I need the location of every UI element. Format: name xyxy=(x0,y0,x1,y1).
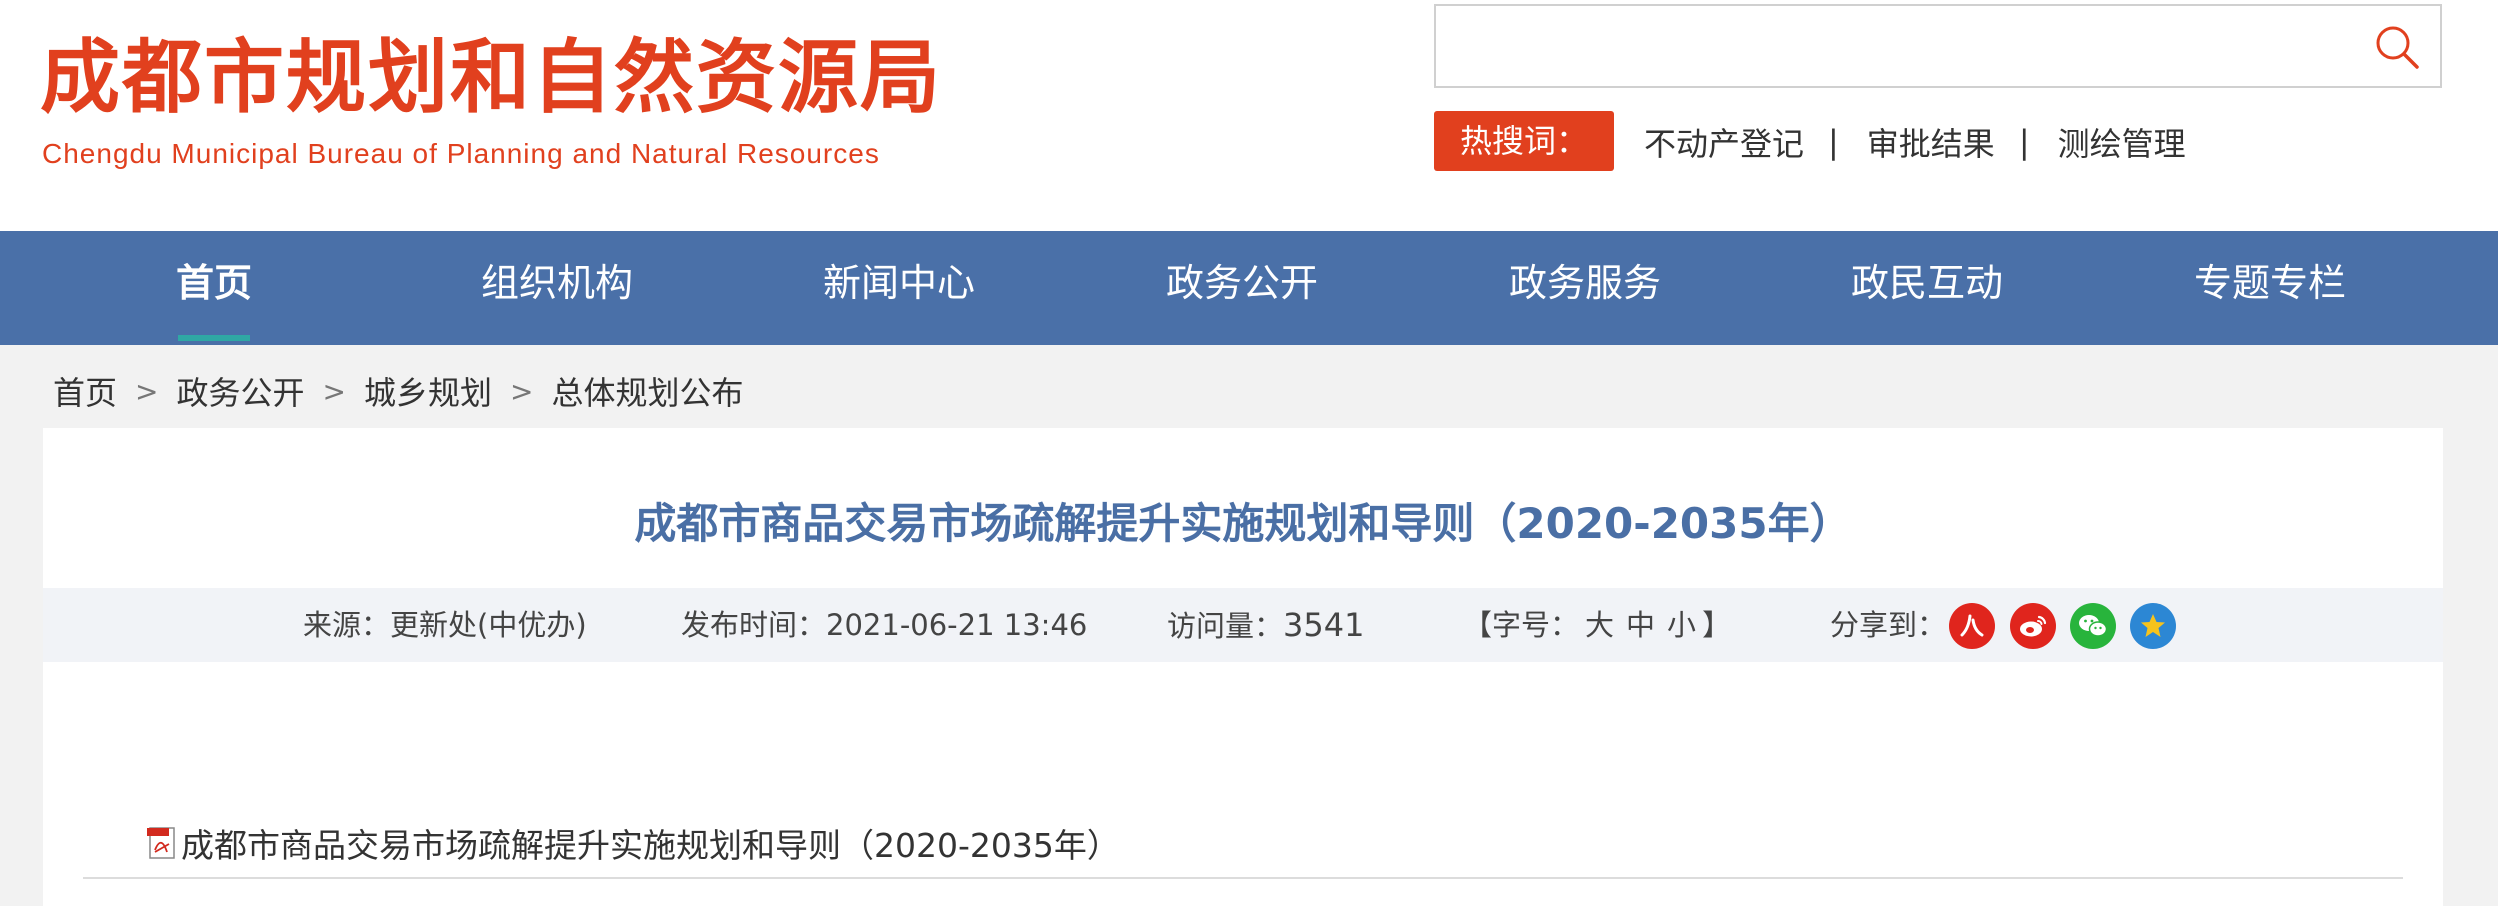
attachment-item: 成都市商品交易市场疏解提升实施规划和导则（2020-2035年） xyxy=(147,818,1120,868)
hot-separator: | xyxy=(2018,123,2030,161)
wechat-share-icon[interactable] xyxy=(2070,603,2116,649)
hot-link-approval-results[interactable]: 审批结果 xyxy=(1867,119,1995,165)
nav-item-organization[interactable]: 组织机构 xyxy=(481,231,633,345)
nav-active-indicator xyxy=(178,335,250,341)
search-input[interactable] xyxy=(1446,16,2350,78)
breadcrumb-separator: > xyxy=(135,374,159,408)
header: 成都市规划和自然资源局 Chengdu Municipal Bureau of … xyxy=(0,0,2498,231)
nav-item-home[interactable]: 首页 xyxy=(160,231,268,345)
site-logo-subtitle: Chengdu Municipal Bureau of Planning and… xyxy=(42,138,880,169)
breadcrumb-home[interactable]: 首页 xyxy=(53,368,117,414)
renren-share-icon[interactable] xyxy=(1949,603,1995,649)
weibo-share-icon[interactable] xyxy=(2010,603,2056,649)
search-box xyxy=(1434,4,2442,88)
views-label: 访问量： xyxy=(1167,609,1284,643)
main-nav: 首页 组织机构 新闻中心 政务公开 政务服务 政民互动 专题专栏 xyxy=(0,231,2498,345)
date-value: 2021-06-21 13:46 xyxy=(826,608,1088,642)
attachment-link[interactable]: 成都市商品交易市场疏解提升实施规划和导则（2020-2035年） xyxy=(181,819,1120,867)
breadcrumb-separator: > xyxy=(322,374,346,408)
pdf-icon xyxy=(147,827,175,859)
font-size-small[interactable]: 小 xyxy=(1667,608,1696,642)
views-value: 3541 xyxy=(1283,606,1365,644)
share-label: 分享到： xyxy=(1830,608,1947,642)
font-size-switcher: 【字号：大中小】 xyxy=(1463,588,1731,662)
font-size-large[interactable]: 大 xyxy=(1585,608,1614,642)
breadcrumb-master-plan[interactable]: 总体规划公布 xyxy=(551,368,743,414)
breadcrumb-urban-rural-planning[interactable]: 城乡规划 xyxy=(364,368,492,414)
nav-item-special-topics[interactable]: 专题专栏 xyxy=(2194,231,2346,345)
font-size-open: 【字号： xyxy=(1463,608,1580,642)
article-meta-bar: 来源：更新处(中优办) 发布时间：2021-06-21 13:46 访问量：35… xyxy=(43,588,2443,662)
font-size-medium[interactable]: 中 xyxy=(1626,608,1655,642)
hot-search-links: 不动产登记 | 审批结果 | 测绘管理 xyxy=(1644,112,2186,172)
breadcrumb-separator: > xyxy=(509,374,534,408)
hot-link-surveying[interactable]: 测绘管理 xyxy=(2058,119,2186,165)
nav-item-news-center[interactable]: 新闻中心 xyxy=(823,231,975,345)
source-value: 更新处(中优办) xyxy=(390,608,587,642)
breadcrumb-gov-affairs[interactable]: 政务公开 xyxy=(176,368,304,414)
source-label: 来源： xyxy=(303,608,391,642)
site-logo-title[interactable]: 成都市规划和自然资源局 xyxy=(40,30,942,126)
nav-item-gov-affairs[interactable]: 政务公开 xyxy=(1166,231,1318,345)
breadcrumb: 首页 > 政务公开 > 城乡规划 > 总体规划公布 xyxy=(53,366,743,416)
content-divider xyxy=(83,877,2403,879)
article-title: 成都市商品交易市场疏解提升实施规划和导则（2020-2035年） xyxy=(634,499,1852,548)
hot-search-label: 热搜词： xyxy=(1434,111,1614,171)
hot-separator: | xyxy=(1828,123,1839,161)
nav-item-public-interaction[interactable]: 政民互动 xyxy=(1851,231,2003,345)
article-panel: 成都市商品交易市场疏解提升实施规划和导则（2020-2035年） 来源：更新处(… xyxy=(43,428,2443,906)
hot-link-real-estate[interactable]: 不动产登记 xyxy=(1644,119,1804,165)
nav-item-gov-services[interactable]: 政务服务 xyxy=(1509,231,1661,345)
meta-source: 来源：更新处(中优办) xyxy=(303,588,587,662)
meta-date: 发布时间：2021-06-21 13:46 xyxy=(681,588,1087,662)
qzone-share-icon[interactable] xyxy=(2130,603,2176,649)
meta-views: 访问量：3541 xyxy=(1167,588,1364,662)
font-size-close: 】 xyxy=(1702,608,1732,642)
search-icon[interactable] xyxy=(2372,22,2422,72)
date-label: 发布时间： xyxy=(681,608,827,642)
